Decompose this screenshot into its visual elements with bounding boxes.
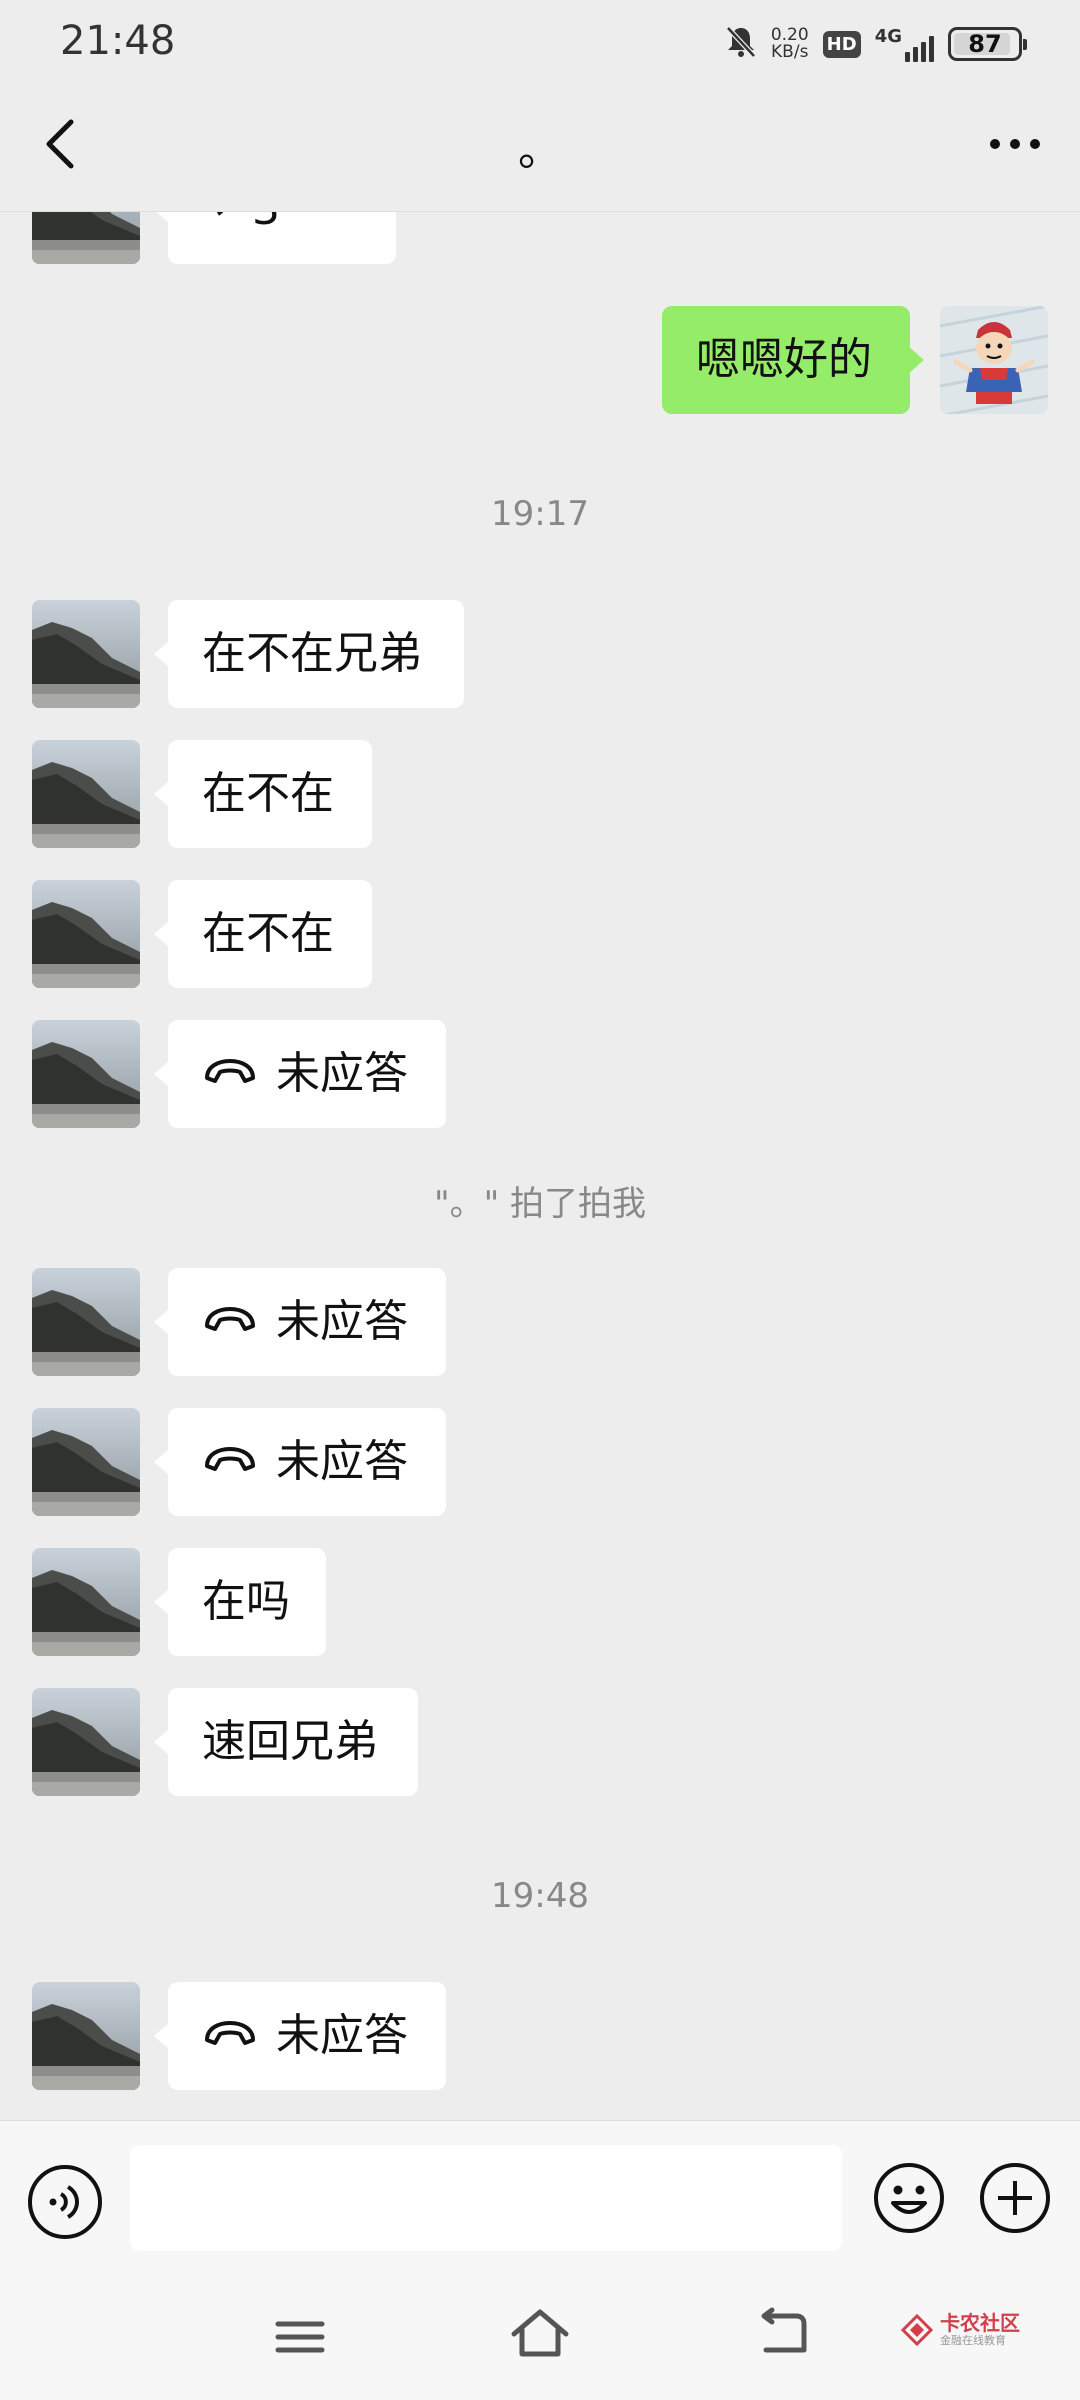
watermark-subtitle: 金融在线教育 [940,2334,1006,2347]
contact-avatar[interactable] [32,1982,140,2090]
hd-badge: HD [822,30,861,58]
emoji-button[interactable] [872,2161,946,2235]
contact-avatar[interactable] [32,1688,140,1796]
message-bubble[interactable]: 在不在 [154,740,372,848]
timestamp: 19:17 [491,494,589,534]
contact-avatar[interactable] [32,1548,140,1656]
message-voice: 3" [0,212,1080,264]
more-actions-button[interactable] [978,2161,1052,2235]
status-bar: 21:48 0.20 KB/s HD 4G 87 [0,0,1080,84]
contact-avatar[interactable] [32,880,140,988]
message-call: 未应答 [0,1408,1080,1516]
message-incoming: 在不在兄弟 [0,600,1080,708]
home-button[interactable] [508,2304,572,2368]
call-status: 未应答 [276,1436,408,1487]
contact-avatar[interactable] [32,600,140,708]
more-button[interactable] [980,114,1050,174]
watermark-logo-icon [900,2313,934,2347]
contact-avatar[interactable] [32,212,140,264]
plus-icon [980,2163,1050,2233]
recent-apps-button[interactable] [270,2312,330,2366]
contact-avatar[interactable] [32,740,140,848]
call-status: 未应答 [276,1296,408,1347]
voice-wave-icon [202,212,236,262]
contact-avatar[interactable] [32,1408,140,1516]
message-bubble[interactable]: 速回兄弟 [154,1688,418,1796]
menu-icon [275,2321,325,2353]
missed-call-bubble[interactable]: 未应答 [154,1018,446,1128]
hang-up-icon [202,1266,258,1374]
system-back-button[interactable] [752,2306,812,2366]
back-arrow-icon [761,2307,807,2353]
status-icons: 0.20 KB/s HD 4G 87 [725,20,1027,68]
chat-screen: 21:48 0.20 KB/s HD 4G 87 。 嗯嗯好的 19:17 在不… [0,0,1080,2400]
message-input[interactable] [130,2145,842,2251]
more-dots-icon [990,139,1040,149]
speed-unit: KB/s [771,42,809,62]
hang-up-icon [202,1018,258,1126]
message-incoming: 速回兄弟 [0,1688,1080,1796]
home-icon [511,2309,569,2357]
message-bubble[interactable]: 在吗 [154,1548,326,1656]
message-bubble[interactable]: 在不在兄弟 [154,600,464,708]
voice-input-button[interactable] [28,2165,102,2239]
voice-wave-icon [49,2185,79,2219]
hang-up-icon [202,1980,258,2088]
pat-notice: "。" 拍了拍我 [433,1184,647,1224]
missed-call-bubble[interactable]: 未应答 [154,1266,446,1376]
missed-call-bubble[interactable]: 未应答 [154,1406,446,1516]
chat-header: 。 [0,84,1080,212]
watermark-title: 卡农社区 [940,2311,1020,2335]
message-list[interactable]: 3" 嗯嗯好的 [0,212,1080,2120]
mute-bell-icon [725,25,757,63]
my-avatar[interactable] [940,306,1048,414]
message-bubble[interactable]: 嗯嗯好的 [662,306,924,414]
hang-up-icon [202,1406,258,1514]
system-nav-bar: 卡农社区 金融在线教育 [0,2282,1080,2400]
input-bar [0,2120,1080,2282]
timestamp: 19:48 [491,1876,589,1916]
battery-level: 87 [968,30,1002,58]
message-bubble[interactable]: 在不在 [154,880,372,988]
message-own: 嗯嗯好的 [0,306,1080,414]
message-call: 未应答 [0,1020,1080,1128]
watermark: 卡农社区 金融在线教育 [900,2312,1020,2348]
message-incoming: 在吗 [0,1548,1080,1656]
contact-avatar[interactable] [32,1268,140,1376]
call-status: 未应答 [276,1048,408,1099]
message-call: 未应答 [0,1268,1080,1376]
chat-title: 。 [518,125,562,176]
voice-bubble[interactable]: 3" [154,212,396,264]
network-type: 4G [874,26,902,47]
smiley-icon [874,2163,944,2233]
status-time: 21:48 [60,18,176,64]
voice-duration: 3" [252,212,300,235]
battery-icon: 87 [948,27,1027,61]
message-incoming: 在不在 [0,880,1080,988]
message-call: 未应答 [0,1982,1080,2090]
network-speed: 0.20 KB/s [771,27,809,61]
call-status: 未应答 [276,2010,408,2061]
message-incoming: 在不在 [0,740,1080,848]
contact-avatar[interactable] [32,1020,140,1128]
missed-call-bubble[interactable]: 未应答 [154,1980,446,2090]
signal-icon: 4G [875,26,934,62]
